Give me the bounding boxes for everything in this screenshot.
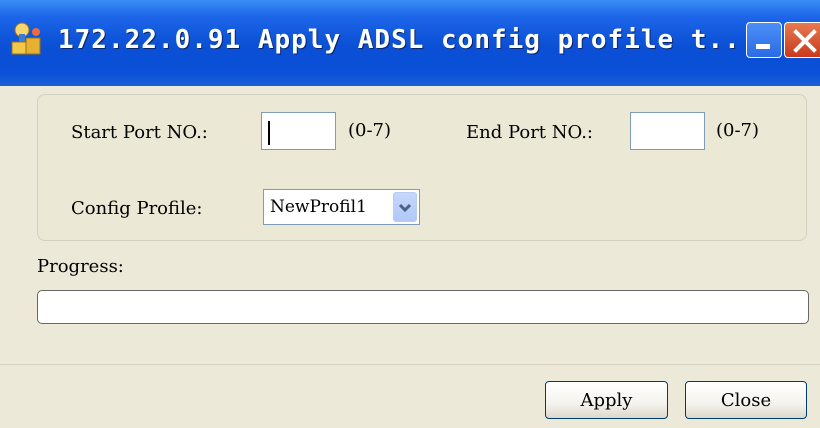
- divider: [0, 364, 820, 365]
- text-caret: [268, 121, 270, 145]
- config-profile-label: Config Profile:: [71, 198, 203, 219]
- start-port-range: (0-7): [348, 120, 392, 141]
- app-icon: [10, 20, 44, 58]
- close-button[interactable]: Close: [685, 381, 807, 419]
- progress-label: Progress:: [37, 256, 124, 277]
- dropdown-button[interactable]: [393, 192, 417, 222]
- title-bar[interactable]: 172.22.0.91 Apply ADSL config profile t.…: [0, 0, 820, 86]
- chevron-down-icon: [398, 203, 412, 213]
- start-port-label: Start Port NO.:: [71, 122, 208, 143]
- start-port-input[interactable]: [261, 112, 336, 150]
- end-port-label: End Port NO.:: [466, 122, 593, 143]
- minimize-button[interactable]: [746, 22, 782, 58]
- config-profile-select[interactable]: NewProfil1: [263, 189, 420, 225]
- minimize-icon: [756, 44, 770, 49]
- config-profile-value: NewProfil1: [270, 197, 367, 217]
- window-title: 172.22.0.91 Apply ADSL config profile t.…: [58, 25, 758, 55]
- end-port-input[interactable]: [630, 112, 705, 150]
- end-port-range: (0-7): [716, 120, 760, 141]
- close-icon: [793, 29, 817, 53]
- close-window-button[interactable]: [784, 22, 820, 58]
- apply-button[interactable]: Apply: [545, 381, 668, 419]
- progress-bar: [37, 290, 809, 324]
